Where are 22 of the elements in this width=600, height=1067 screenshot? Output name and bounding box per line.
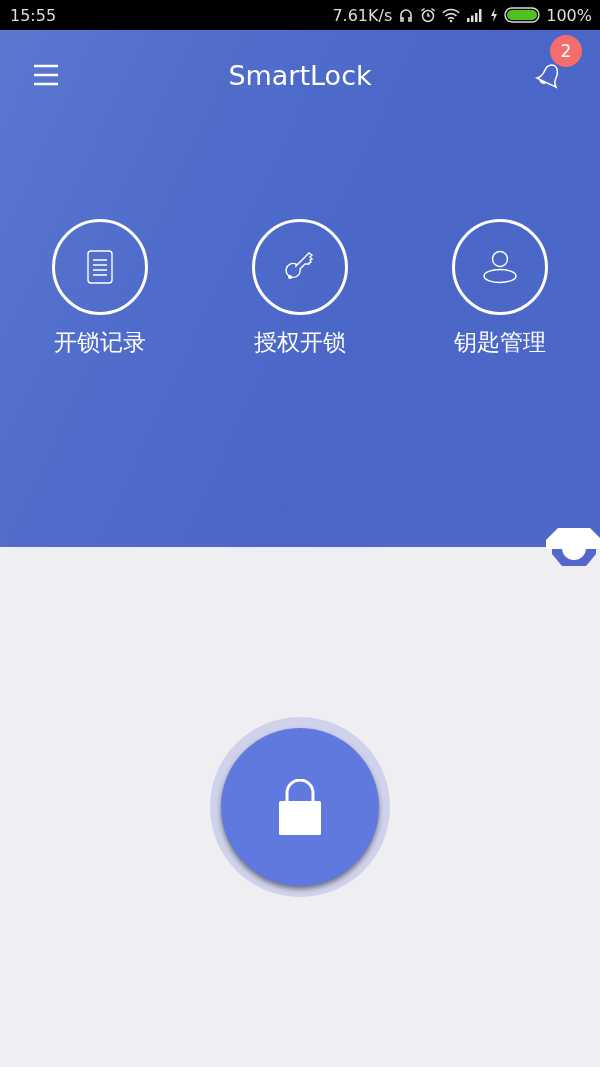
network-speed: 7.61K/s [332,5,393,25]
action-label: 钥匙管理 [454,328,546,357]
lock-button[interactable] [221,728,379,886]
action-label: 开锁记录 [54,328,146,357]
menu-icon[interactable] [33,64,59,86]
battery-icon [504,7,541,23]
wifi-icon [442,7,461,23]
action-button[interactable] [252,219,348,315]
charging-icon [490,8,499,22]
headphones-icon [398,7,415,23]
alarm-icon [420,7,437,23]
user-icon [482,250,518,284]
signal-icon [466,8,485,22]
action-label: 授权开锁 [254,328,346,357]
battery-percent: 100% [546,5,592,25]
status-time: 15:55 [10,5,57,25]
action-button[interactable] [452,219,548,315]
app-title: SmartLock [228,59,372,91]
padlock-icon [279,779,321,835]
document-icon [87,250,113,284]
action-button[interactable] [52,219,148,315]
notification-badge: 2 [550,35,582,67]
